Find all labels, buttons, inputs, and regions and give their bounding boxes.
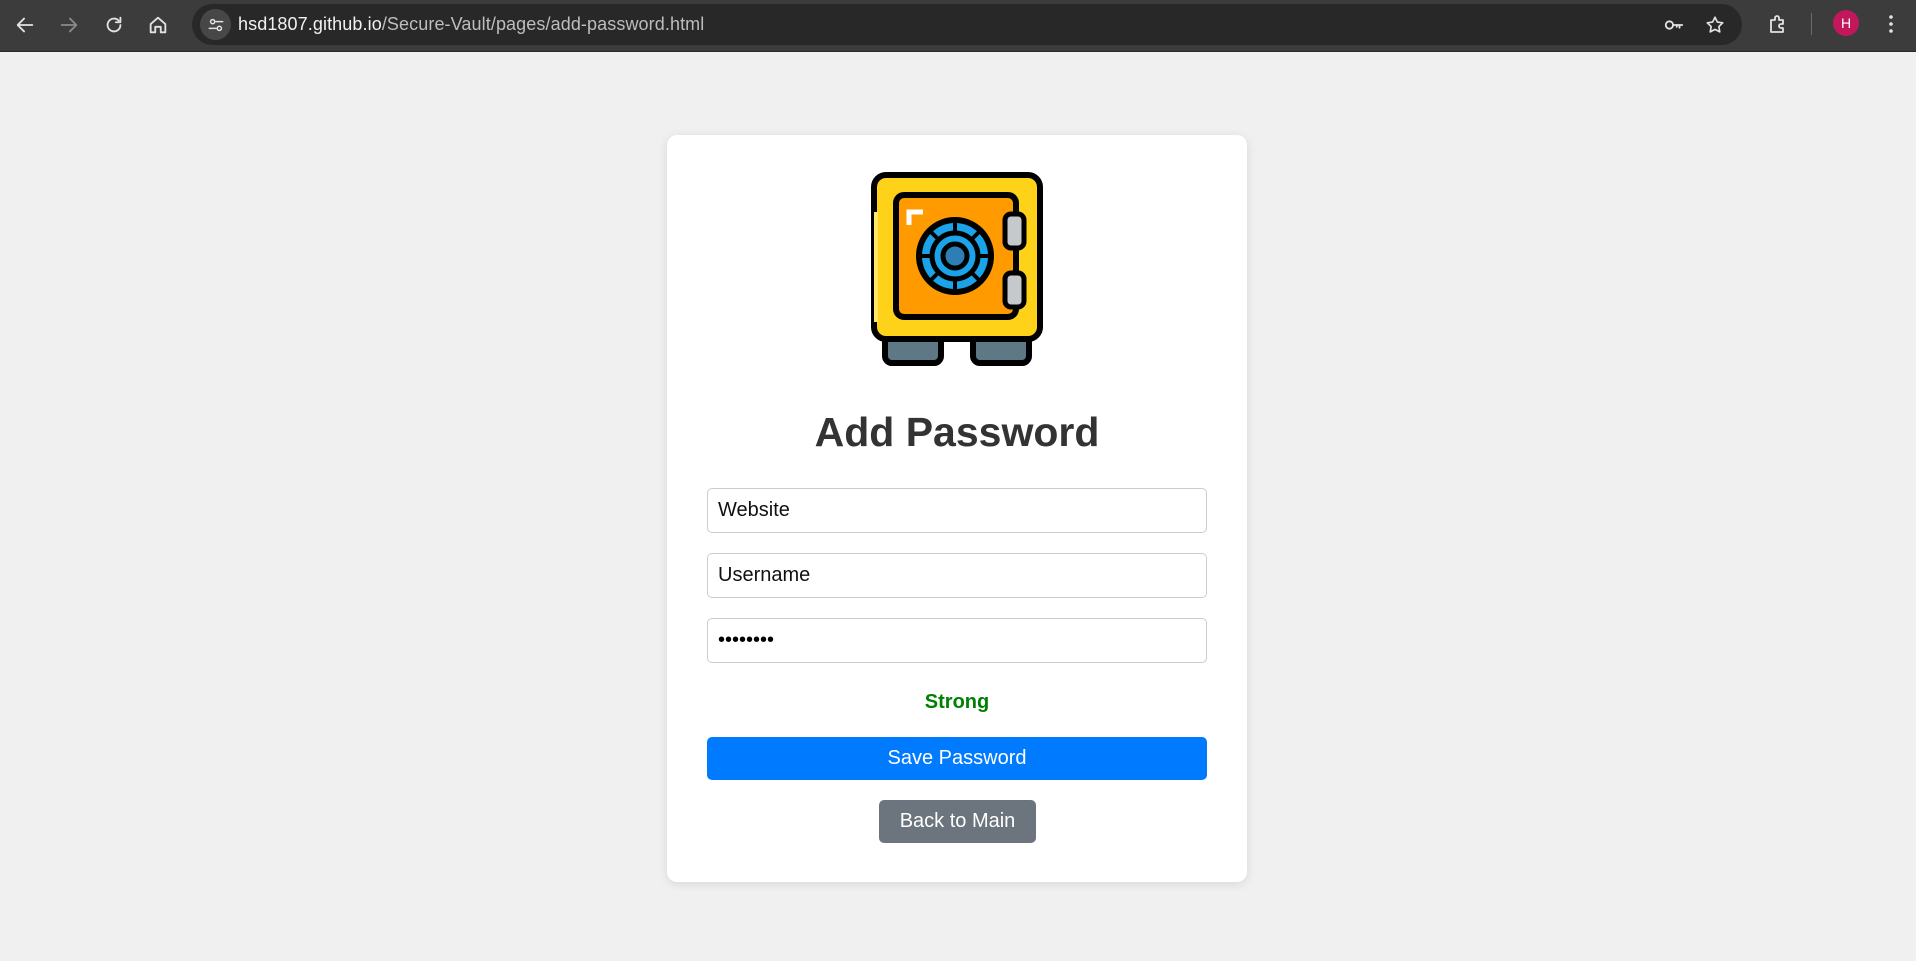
reload-icon (106, 16, 122, 33)
username-input[interactable] (707, 553, 1207, 598)
address-bar[interactable]: hsd1807.github.io/Secure-Vault/pages/add… (192, 4, 1742, 45)
password-manager-button[interactable] (1661, 12, 1687, 38)
password-input[interactable] (707, 618, 1207, 663)
bookmark-button[interactable] (1702, 12, 1728, 38)
browser-menu-button[interactable] (1876, 9, 1906, 39)
home-button[interactable] (141, 8, 175, 42)
forward-button[interactable] (52, 8, 86, 42)
reload-button[interactable] (97, 8, 131, 42)
url-text[interactable]: hsd1807.github.io/Secure-Vault/pages/add… (238, 14, 704, 35)
password-strength-indicator: Strong (924, 691, 990, 713)
website-input[interactable] (707, 488, 1207, 533)
back-button[interactable] (8, 8, 42, 42)
home-icon (149, 16, 167, 34)
forward-icon (60, 17, 78, 33)
site-info-button[interactable] (200, 9, 231, 40)
add-password-card: Add Password Strong Save Password Back t… (667, 135, 1247, 882)
page-title: Add Password (814, 409, 1100, 455)
browser-toolbar: hsd1807.github.io/Secure-Vault/pages/add… (0, 0, 1916, 52)
extensions-icon (1770, 15, 1784, 33)
back-icon (16, 17, 34, 33)
extensions-button[interactable] (1763, 9, 1793, 39)
back-to-main-button[interactable]: Back to Main (879, 800, 1036, 843)
menu-icon (1889, 15, 1893, 33)
url-path: /Secure-Vault/pages/add-password.html (381, 14, 705, 34)
url-host: hsd1807.github.io (238, 14, 382, 34)
password-key-icon (1664, 20, 1684, 30)
bookmark-star-icon (1706, 16, 1724, 33)
toolbar-divider (1811, 13, 1812, 35)
save-password-button[interactable]: Save Password (707, 737, 1207, 780)
safe-vault-logo (871, 172, 1043, 366)
profile-avatar[interactable]: H (1833, 10, 1859, 36)
site-info-icon (208, 18, 223, 31)
